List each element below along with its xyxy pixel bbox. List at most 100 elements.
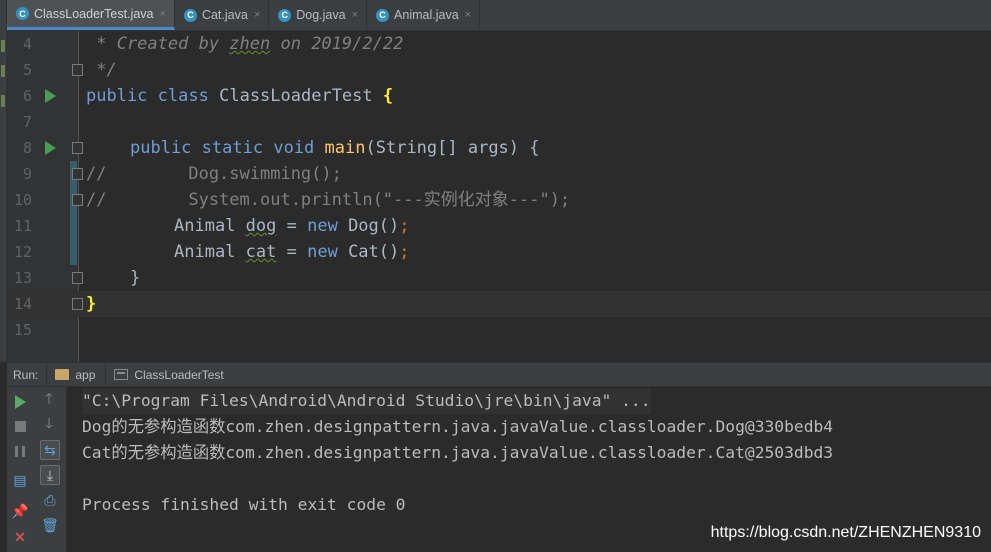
close-icon[interactable]: × — [160, 8, 166, 20]
line-number: 11 — [13, 217, 32, 235]
close-icon[interactable]: × — [352, 9, 358, 21]
close-icon[interactable]: × — [465, 9, 471, 21]
trash-icon: 🗑 — [41, 516, 59, 533]
run-gutter-icon[interactable] — [45, 89, 56, 103]
code-line: 8 public static void main(String[] args)… — [7, 135, 991, 161]
fold-marker[interactable] — [72, 168, 83, 180]
tab-cat[interactable]: C Cat.java × — [175, 0, 270, 30]
close-icon: ✕ — [14, 528, 26, 545]
code-line: 7 — [7, 109, 991, 135]
code-text: Animal cat = new Cat(); — [174, 242, 410, 262]
scroll-to-end-button[interactable]: ⤓ — [40, 465, 60, 485]
pause-button[interactable] — [10, 441, 30, 461]
run-tab-classloadertest[interactable]: ClassLoaderTest — [105, 362, 233, 387]
code-line: 11 Animal dog = new Dog(); — [7, 213, 991, 239]
watermark: https://blog.csdn.net/ZHENZHEN9310 — [710, 524, 981, 541]
code-text: public class ClassLoaderTest { — [86, 86, 394, 106]
code-text: */ — [86, 60, 117, 80]
code-line: 15 — [7, 317, 991, 343]
close-icon[interactable]: × — [254, 9, 260, 21]
code-editor[interactable]: 4 * Created by zhen on 2019/2/22 5 */ 6 … — [7, 31, 991, 362]
code-line: 13 } — [7, 265, 991, 291]
dump-icon: ▤ — [13, 471, 27, 488]
pause-icon — [15, 445, 25, 457]
line-number: 14 — [13, 295, 32, 313]
run-label: Run: — [13, 367, 39, 382]
tab-label: Cat.java — [201, 8, 248, 22]
code-text: // Dog.swimming(); — [86, 164, 342, 184]
code-line: 9 // Dog.swimming(); — [7, 161, 991, 187]
code-line: 5 */ — [7, 57, 991, 83]
dump-threads-button[interactable]: ▤ — [10, 470, 30, 490]
java-class-icon: C — [183, 8, 197, 22]
clear-all-button[interactable]: 🗑 — [40, 515, 60, 535]
run-gutter-icon[interactable] — [45, 141, 56, 155]
run-toolbar: 🡑 🡓 ⇆ ▤ ⤓ ⎙ 📌 🗑 ✕ — [7, 387, 67, 552]
scroll-up-button[interactable]: 🡑 — [39, 390, 59, 410]
print-icon: ⎙ — [44, 491, 56, 508]
editor-tab-bar: C ClassLoaderTest.java × C Cat.java × C … — [7, 0, 991, 31]
arrow-up-icon: 🡑 — [45, 390, 53, 406]
fold-marker[interactable] — [72, 64, 83, 76]
rerun-button[interactable] — [10, 392, 30, 412]
left-tool-strip[interactable] — [0, 0, 7, 362]
line-number: 7 — [22, 113, 32, 131]
line-number: 9 — [22, 165, 32, 183]
line-number: 8 — [22, 139, 32, 157]
console-line[interactable]: "C:\Program Files\Android\Android Studio… — [82, 388, 651, 414]
tab-label: ClassLoaderTest.java — [34, 6, 154, 21]
run-tab-label: ClassLoaderTest — [134, 367, 224, 382]
line-number: 13 — [13, 269, 32, 287]
fold-marker[interactable] — [72, 298, 83, 310]
run-console[interactable]: "C:\Program Files\Android\Android Studio… — [67, 387, 991, 552]
tab-label: Animal.java — [394, 8, 459, 22]
fold-marker[interactable] — [72, 272, 83, 284]
stop-icon — [14, 420, 26, 432]
line-number: 6 — [22, 87, 32, 105]
code-text: // System.out.println("---实例化对象---"); — [86, 190, 571, 210]
wrap-icon: ⇆ — [44, 441, 56, 458]
stop-button[interactable] — [10, 416, 30, 436]
strip-marker — [1, 40, 5, 52]
run-tab-app[interactable]: app — [46, 362, 105, 387]
close-run-button[interactable]: ✕ — [10, 527, 30, 547]
tab-animal[interactable]: C Animal.java × — [367, 0, 481, 30]
pin-icon: 📌 — [11, 502, 29, 519]
console-line: Process finished with exit code 0 — [82, 495, 406, 514]
code-text: * Created by zhen on 2019/2/22 — [86, 34, 404, 54]
tab-dog[interactable]: C Dog.java × — [269, 0, 368, 30]
strip-marker — [1, 95, 5, 107]
code-line: 6 public class ClassLoaderTest { — [7, 83, 991, 109]
tab-classloadertest[interactable]: C ClassLoaderTest.java × — [7, 0, 175, 30]
tab-label: Dog.java — [296, 8, 346, 22]
run-tab-label: app — [75, 367, 96, 382]
print-button[interactable]: ⎙ — [40, 490, 60, 510]
line-number: 5 — [22, 61, 32, 79]
java-class-icon: C — [16, 7, 29, 20]
line-number: 15 — [13, 321, 32, 339]
scroll-end-icon: ⤓ — [46, 466, 54, 483]
line-number: 4 — [22, 35, 32, 53]
console-line: Dog的无参构造函数com.zhen.designpattern.java.ja… — [82, 417, 834, 436]
line-number: 10 — [13, 191, 32, 209]
code-text: Animal dog = new Dog(); — [174, 216, 410, 236]
strip-marker — [1, 65, 5, 77]
play-icon — [14, 395, 26, 409]
code-text: } — [86, 294, 97, 314]
code-line: 10 // System.out.println("---实例化对象---"); — [7, 187, 991, 213]
arrow-down-icon: 🡓 — [45, 415, 53, 431]
line-number: 12 — [13, 243, 32, 261]
java-class-icon: C — [376, 8, 390, 22]
fold-marker[interactable] — [72, 194, 83, 206]
code-text: public static void main(String[] args) { — [130, 138, 540, 158]
code-line: 4 * Created by zhen on 2019/2/22 — [7, 31, 991, 57]
code-line-current: 14 } — [7, 291, 991, 317]
folder-icon — [55, 369, 70, 380]
fold-marker[interactable] — [72, 142, 83, 154]
run-config-icon — [114, 369, 129, 380]
soft-wrap-button[interactable]: ⇆ — [40, 440, 60, 460]
java-class-icon: C — [278, 8, 292, 22]
scroll-down-button[interactable]: 🡓 — [39, 415, 59, 435]
run-panel-header: Run: app ClassLoaderTest — [7, 362, 991, 387]
pin-tab-button[interactable]: 📌 — [10, 501, 30, 521]
